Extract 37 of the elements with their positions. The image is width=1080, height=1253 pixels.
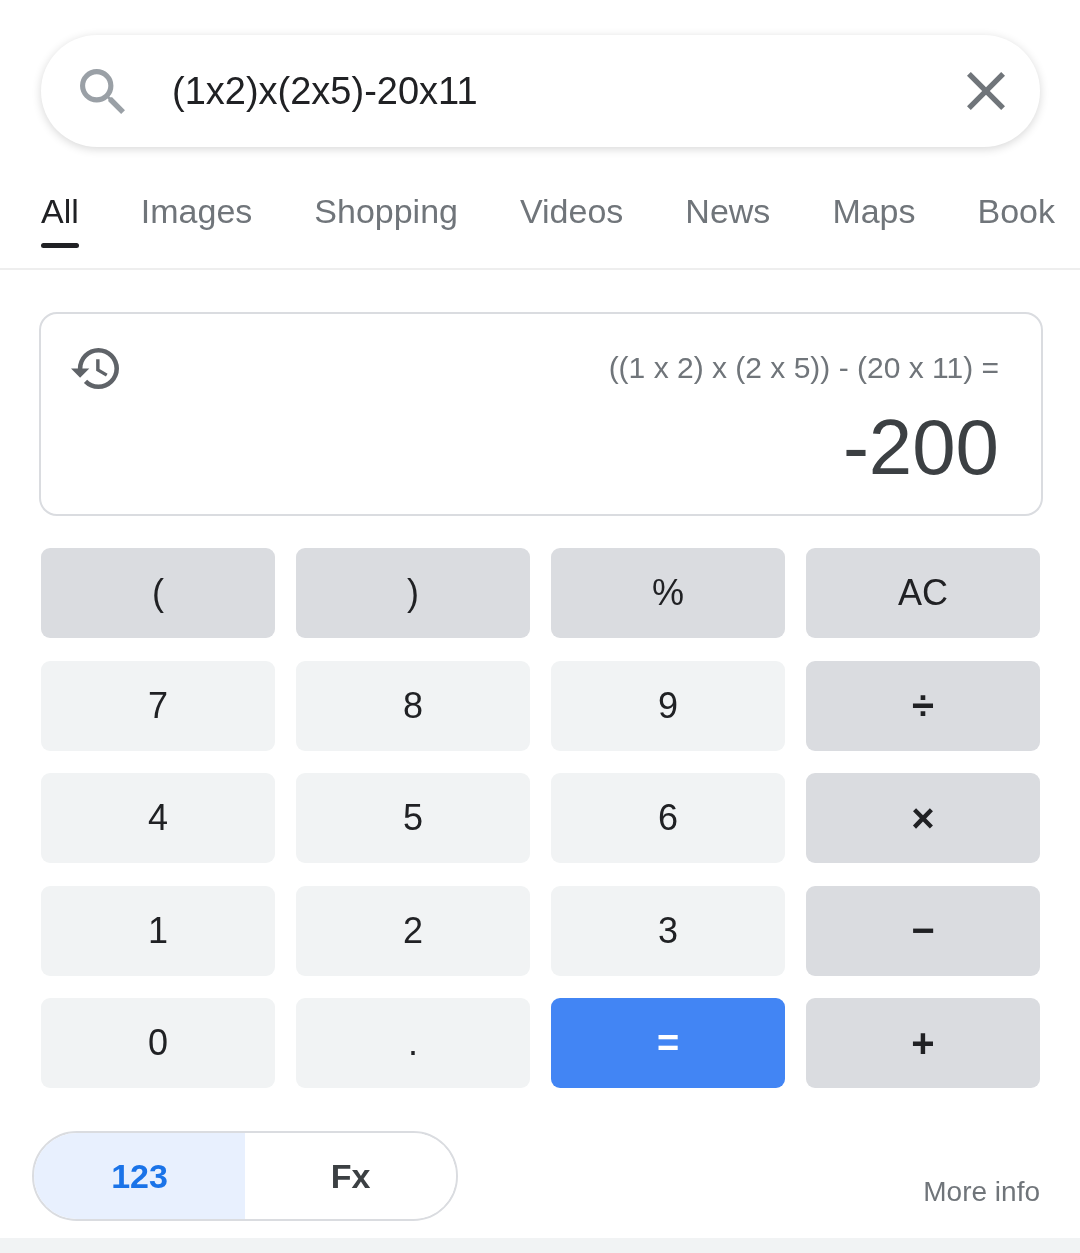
mode-toggle[interactable]: 123 Fx [32, 1131, 458, 1221]
operator-key[interactable]: + [806, 998, 1040, 1088]
function-key[interactable]: % [551, 548, 785, 638]
digit-key[interactable]: 3 [551, 885, 785, 976]
function-key[interactable]: ) [296, 548, 530, 638]
digit-key[interactable]: . [296, 998, 530, 1088]
search-icon [80, 68, 125, 114]
clear-button[interactable] [967, 72, 1005, 110]
search-tab[interactable]: Images [140, 165, 253, 248]
expression-text: ((1 x 2) x (2 x 5)) - (20 x 11) = [608, 350, 999, 386]
mode-button[interactable]: 123 [34, 1133, 245, 1219]
search-tab[interactable]: Shopping [314, 165, 458, 248]
more-info-link[interactable]: More info [923, 1176, 1040, 1221]
equals-key[interactable]: = [551, 998, 785, 1088]
digit-key[interactable]: 0 [41, 998, 275, 1088]
digit-key[interactable]: 4 [41, 773, 275, 863]
digit-key[interactable]: 9 [551, 660, 785, 751]
search-tab[interactable]: Videos [520, 165, 624, 248]
digit-key[interactable]: 1 [41, 885, 275, 976]
operator-key[interactable]: − [806, 885, 1040, 976]
search-tab[interactable]: News [685, 165, 771, 248]
operator-key[interactable]: × [806, 773, 1040, 863]
result-text: -200 [842, 402, 999, 492]
digit-key[interactable]: 8 [296, 660, 530, 751]
function-key[interactable]: ( [41, 548, 275, 638]
search-tab[interactable]: All [41, 165, 79, 248]
search-field[interactable]: (1x2)x(2x5)-20x11 [172, 68, 947, 114]
digit-key[interactable]: 7 [41, 660, 275, 751]
digit-key[interactable]: 6 [551, 773, 785, 863]
digit-key[interactable]: 2 [296, 885, 530, 976]
close-icon [967, 72, 1005, 110]
history-icon[interactable] [71, 346, 119, 390]
search-tab[interactable]: Maps [832, 165, 916, 248]
function-key[interactable]: AC [806, 548, 1040, 638]
digit-key[interactable]: 5 [296, 773, 530, 863]
search-tab[interactable]: Book [977, 165, 1055, 248]
operator-key[interactable]: ÷ [806, 660, 1040, 751]
